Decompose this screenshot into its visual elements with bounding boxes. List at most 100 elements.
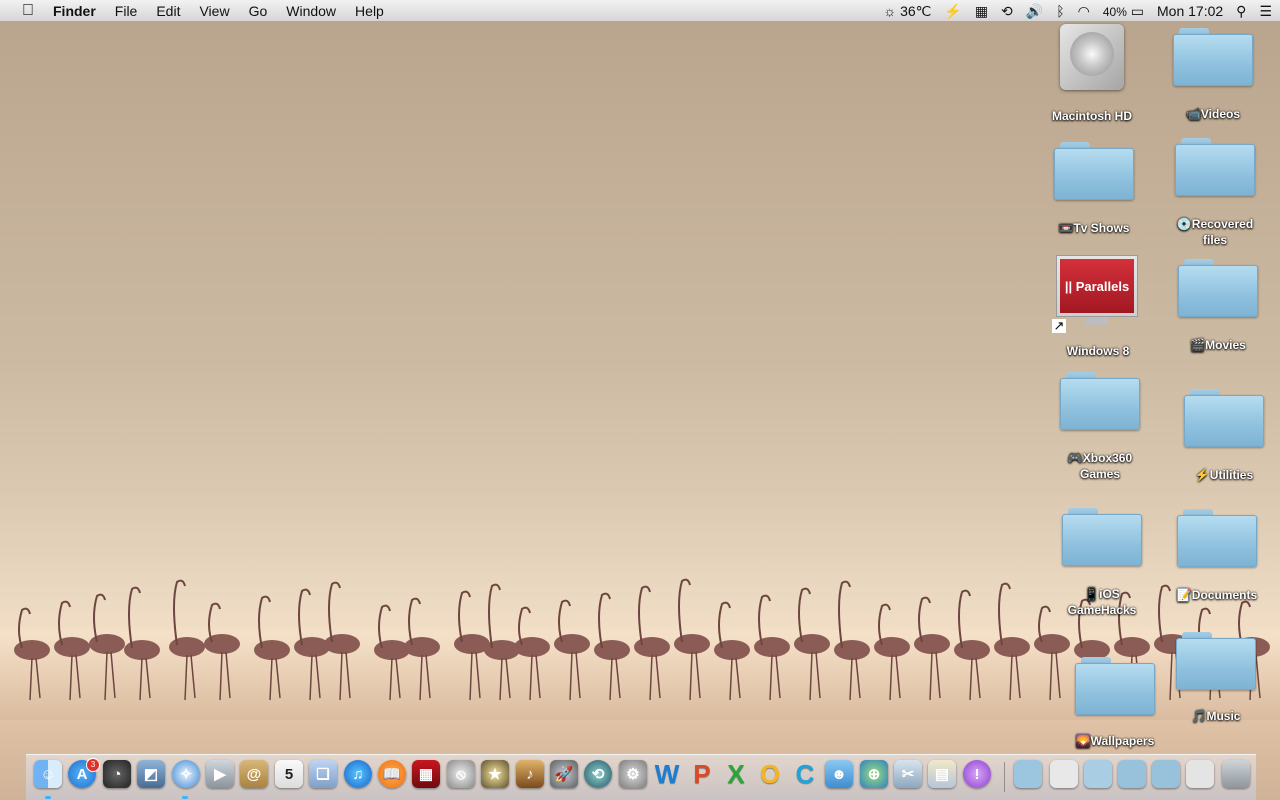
folder-icon [1176,632,1256,690]
dock-excel-icon[interactable]: X [722,759,750,789]
dock-facetime-icon[interactable]: ▶ [206,760,234,788]
flamingo-body [514,637,550,657]
dock-word-icon[interactable]: W [653,759,681,789]
dock-stack-applications-icon[interactable] [1014,760,1042,788]
clock[interactable]: Mon 17:02 [1157,3,1223,19]
running-indicator [45,796,51,799]
dock-outlook-icon[interactable]: O [756,759,784,789]
folder-icon [1173,28,1253,86]
dock-preview2-icon[interactable]: ▤ [928,760,956,788]
desktop-icon-label: Windows 8 [1066,344,1130,358]
wifi-icon[interactable]: ◠ [1078,3,1090,20]
flamingo-body [594,640,630,660]
dock-launchpad-icon[interactable]: 🚀 [550,760,578,788]
menu-go[interactable]: Go [249,3,268,19]
dock-photo-booth-icon[interactable]: ❏ [309,760,337,788]
running-indicator [182,796,188,799]
desktop-icon-tv-shows[interactable]: 📼Tv Shows [1039,142,1149,236]
dock-calendar-icon[interactable]: 5 [275,760,303,788]
desktop-icon-macintosh-hd[interactable]: Macintosh HD [1037,24,1147,124]
desktop-icon-label: 🎮Xbox360 Games [1067,451,1133,481]
dock-dashboard-icon[interactable]: ◔ [103,760,131,788]
dock-utility-icon[interactable]: ✂ [894,760,922,788]
dock-stack-mail-icon[interactable] [1186,760,1214,788]
desktop-icon-documents[interactable]: 📝Documents [1162,509,1272,603]
weather-temp: 36℃ [900,2,932,19]
folder-icon [1060,372,1140,430]
dock-system-preferences-icon[interactable]: ⚙ [619,760,647,788]
bluetooth-icon[interactable]: ᛒ [1056,3,1064,19]
memory-icon[interactable]: ▦ [975,3,988,20]
folder-icon [1175,138,1255,196]
time-machine-icon[interactable]: ⟲ [1001,3,1013,20]
dock-stack-downloads-icon[interactable] [1118,760,1146,788]
menu-help[interactable]: Help [355,3,384,19]
weather-status[interactable]: ☼ 36℃ [883,3,931,20]
dock-time-machine-icon[interactable]: ⟲ [584,760,612,788]
menu-view[interactable]: View [199,3,229,19]
menu-edit[interactable]: Edit [156,3,180,19]
dock-itunes-icon[interactable]: ♫ [344,760,372,788]
dock-finder-icon[interactable]: ☺ [34,760,62,788]
desktop-icon-label: Macintosh HD [1051,109,1132,123]
trash-icon[interactable] [1222,760,1250,788]
apple-logo-icon[interactable]:  [19,2,37,20]
dock-imovie-star-icon[interactable]: ★ [481,760,509,788]
flamingo-body [994,637,1030,657]
notification-center-icon[interactable]: ☰ [1259,3,1272,20]
folder-icon [1177,509,1257,567]
desktop-icon-utilities[interactable]: ⚡Utilities [1169,389,1279,483]
battery-percent: 40% [1102,4,1127,19]
dock-safari-icon[interactable]: ✧ [172,760,200,788]
flamingo-body [714,640,750,660]
desktop-icon-label: 📹Videos [1185,107,1241,121]
desktop-icon-windows-8[interactable]: || Parallels ↗ Windows 8 [1043,255,1153,359]
flamingo-body [89,634,125,654]
dock-contacts-icon[interactable]: @ [240,760,268,788]
dock-stack-documents-icon[interactable] [1050,760,1078,788]
menu-window[interactable]: Window [286,3,336,19]
dock-stack-folder-icon[interactable] [1084,760,1112,788]
flamingo-body [914,634,950,654]
desktop-icon-ios-gamehacks[interactable]: 📱iOS GameHacks [1047,508,1157,618]
dock-ibooks-icon[interactable]: 📖 [378,760,406,788]
flamingo-body [874,637,910,657]
folder-icon [1184,389,1264,447]
flamingo-body [1114,637,1150,657]
desktop-icon-movies[interactable]: 🎬Movies [1163,259,1273,353]
desktop-icon-label: 📱iOS GameHacks [1067,587,1137,617]
weather-icon: ☼ [883,2,897,19]
folder-icon [1062,508,1142,566]
flamingo-body [834,640,870,660]
flamingo-body [169,637,205,657]
battery-status[interactable]: 40% ▭ [1103,3,1144,20]
power-icon[interactable]: ⚡ [944,3,961,20]
volume-icon[interactable]: 🔊 [1026,3,1043,20]
dock-messenger-icon[interactable]: ☻ [825,760,853,788]
flamingo-body [374,640,410,660]
desktop-icon-videos[interactable]: 📹Videos [1158,28,1268,122]
desktop-icon-music[interactable]: 🎵Music [1161,632,1271,724]
folder-icon [1178,259,1258,317]
spotlight-search-icon[interactable]: ⚲ [1236,3,1246,20]
dock-communicator-icon[interactable]: C [791,759,819,789]
menu-finder[interactable]: Finder [53,3,96,19]
dock-no-entry-icon[interactable]: ⦸ [447,760,475,788]
desktop-icon-label: 📝Documents [1176,588,1258,602]
desktop-icon-wallpapers[interactable]: 🌄Wallpapers [1060,657,1170,749]
app-store-badge: 3 [86,758,100,772]
desktop-icon-label: 📼Tv Shows [1058,221,1130,235]
desktop-icon-recovered-files[interactable]: 💿Recovered files [1160,138,1270,248]
flamingo-body [124,640,160,660]
dock-powerpoint-icon[interactable]: P [688,759,716,789]
menu-file[interactable]: File [115,3,138,19]
dock-garageband-icon[interactable]: ♪ [516,760,544,788]
dock-help-icon[interactable]: ! [963,760,991,788]
dock-photo-stack-icon[interactable]: ▦ [412,760,440,788]
dock-preview-icon[interactable]: ◩ [137,760,165,788]
desktop-icon-xbox360-games[interactable]: 🎮Xbox360 Games [1045,372,1155,482]
desktop-icon-label: 💿Recovered files [1176,217,1254,247]
dock-stack-folder2-icon[interactable] [1152,760,1180,788]
dock-network-icon[interactable]: ⊕ [860,760,888,788]
flamingo-body [254,640,290,660]
